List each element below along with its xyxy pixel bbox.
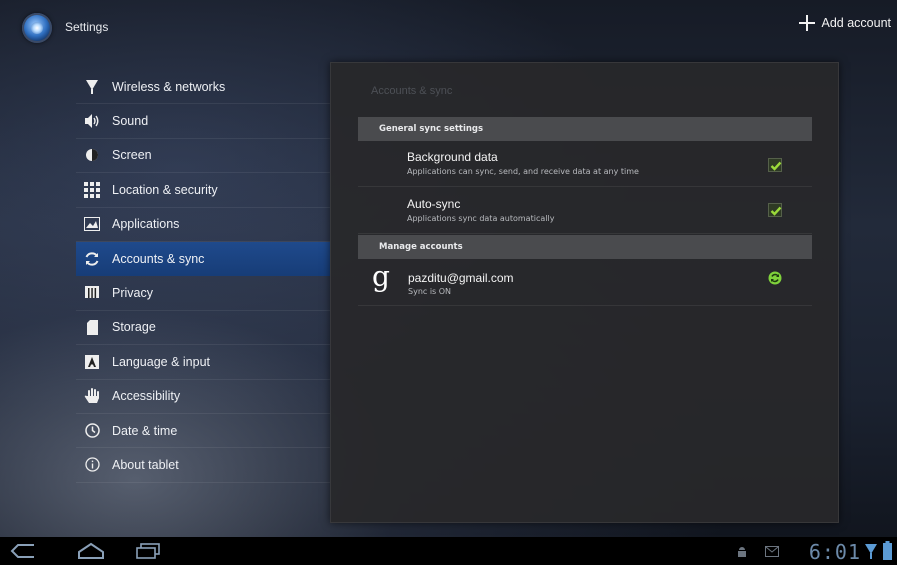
menu-item-label: Location & security: [112, 182, 218, 197]
menu-item-location[interactable]: Location & security: [76, 173, 330, 208]
menu-item-label: Language & input: [112, 354, 211, 369]
background-data-checkbox[interactable]: [768, 158, 782, 172]
settings-app-icon[interactable]: [22, 13, 52, 43]
background-data-subtitle: Applications can sync, send, and receive…: [407, 167, 639, 176]
menu-item-wireless[interactable]: Wireless & networks: [76, 70, 330, 105]
checkmark-icon: [770, 206, 782, 216]
settings-menu: Wireless & networks Sound Screen Locatio…: [76, 70, 330, 483]
menu-item-label: Accounts & sync: [112, 251, 205, 266]
menu-item-label: Privacy: [112, 286, 153, 301]
menu-item-label: Accessibility: [112, 389, 181, 404]
menu-item-label: Wireless & networks: [112, 79, 226, 94]
menu-item-label: Date & time: [112, 423, 178, 438]
android-debug-icon: [738, 547, 746, 557]
system-bar: 6:01: [0, 537, 897, 565]
manage-accounts-header: Manage accounts: [358, 235, 812, 259]
menu-item-sound[interactable]: Sound: [76, 104, 330, 139]
wifi-icon: [84, 79, 100, 95]
recent-apps-icon[interactable]: [135, 542, 161, 560]
action-bar: Settings Add account: [0, 0, 897, 58]
info-icon: [84, 457, 100, 473]
home-icon[interactable]: [77, 542, 105, 560]
menu-item-label: Storage: [112, 320, 156, 335]
sd-card-icon: [84, 319, 100, 335]
auto-sync-checkbox[interactable]: [768, 203, 782, 217]
general-sync-header: General sync settings: [358, 117, 812, 141]
menu-item-about[interactable]: About tablet: [76, 448, 330, 483]
gmail-notification-icon: [765, 546, 779, 557]
auto-sync-subtitle: Applications sync data automatically: [407, 214, 555, 223]
back-icon[interactable]: [10, 542, 36, 560]
keyboard-icon: [84, 354, 100, 370]
app-title: Settings: [65, 20, 109, 34]
menu-item-privacy[interactable]: Privacy: [76, 276, 330, 311]
auto-sync-row[interactable]: Auto-sync Applications sync data automat…: [358, 187, 812, 234]
auto-sync-title: Auto-sync: [407, 197, 461, 211]
sync-icon: [84, 251, 100, 267]
speaker-icon: [84, 113, 100, 129]
brightness-icon: [84, 147, 100, 163]
menu-item-language[interactable]: Language & input: [76, 345, 330, 380]
privacy-icon: [84, 285, 100, 301]
hand-icon: [84, 388, 100, 404]
menu-item-applications[interactable]: Applications: [76, 208, 330, 242]
menu-item-storage[interactable]: Storage: [76, 311, 330, 346]
wifi-signal-icon: [865, 544, 877, 559]
background-data-row[interactable]: Background data Applications can sync, s…: [358, 141, 812, 187]
tablet-screen: Settings Add account Wireless & networks…: [0, 0, 897, 565]
menu-item-screen[interactable]: Screen: [76, 139, 330, 174]
background-data-title: Background data: [407, 150, 498, 164]
panel-title: Accounts & sync: [371, 85, 453, 97]
menu-item-date-time[interactable]: Date & time: [76, 414, 330, 449]
clock-icon: [84, 423, 100, 439]
apps-icon: [84, 216, 100, 232]
add-account-label: Add account: [821, 16, 892, 30]
menu-item-label: Applications: [112, 217, 180, 232]
menu-item-accessibility[interactable]: Accessibility: [76, 380, 330, 414]
sync-status-icon: [768, 271, 782, 285]
checkmark-icon: [770, 161, 782, 171]
add-account-button[interactable]: Add account: [798, 15, 892, 31]
clock: 6:01: [808, 540, 861, 564]
account-email: pazditu@gmail.com: [408, 271, 514, 285]
account-row[interactable]: g pazditu@gmail.com Sync is ON: [358, 259, 812, 306]
battery-icon: [883, 541, 892, 560]
accounts-sync-panel: Accounts & sync General sync settings Ba…: [330, 62, 839, 523]
menu-item-label: About tablet: [112, 457, 179, 472]
account-sync-status: Sync is ON: [408, 287, 452, 296]
menu-item-accounts-sync[interactable]: Accounts & sync: [76, 241, 330, 277]
google-account-icon: g: [372, 260, 390, 293]
plus-icon: [798, 15, 815, 31]
grid-icon: [84, 181, 100, 198]
menu-item-label: Screen: [112, 148, 152, 163]
menu-item-label: Sound: [112, 114, 149, 129]
